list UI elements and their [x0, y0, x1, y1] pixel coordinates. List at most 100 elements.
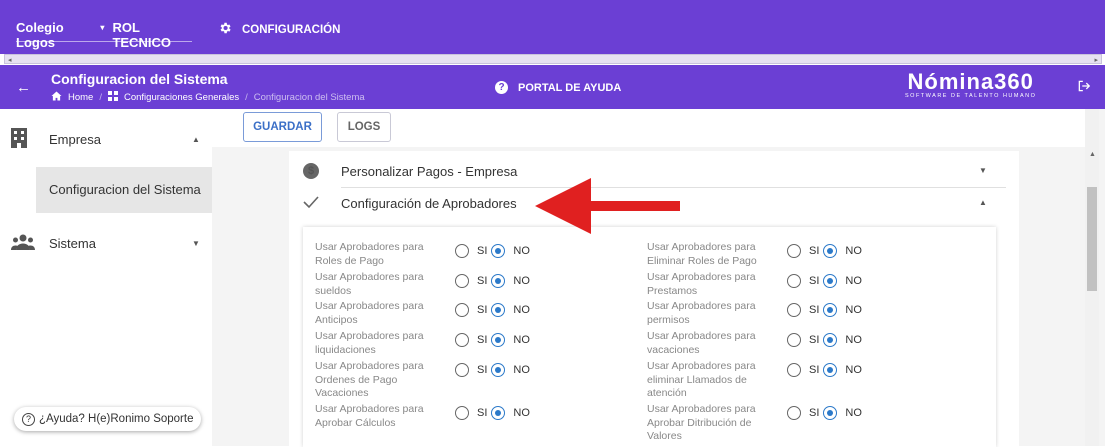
company-selector[interactable]: Colegio Logos ▾ ROL TECNICO — [16, 12, 192, 50]
option-row: Usar Aprobadores para Aprobar Ditribució… — [647, 403, 977, 443]
radio-no[interactable] — [491, 333, 506, 347]
help-portal-label: PORTAL DE AYUDA — [518, 81, 622, 94]
building-icon — [11, 127, 27, 151]
option-label: Usar Aprobadores para vacaciones — [647, 330, 756, 356]
horizontal-scrollbar[interactable]: ◂ ▸ — [4, 54, 1102, 64]
toolbar: GUARDAR LOGS — [212, 109, 1088, 147]
radio-si-label: SI — [809, 275, 820, 287]
radio-group: SI NO — [455, 406, 530, 420]
radio-si[interactable] — [455, 363, 469, 377]
help-portal-link[interactable]: ? PORTAL DE AYUDA — [495, 81, 621, 94]
option-row: Usar Aprobadores para Ordenes de Pago Va… — [315, 360, 645, 400]
sidebar: Empresa ▲ Configuracion del Sistema Sist… — [0, 109, 212, 446]
configuration-menu[interactable]: CONFIGURACIÓN — [218, 21, 340, 38]
radio-no-label: NO — [845, 304, 862, 316]
scroll-up-icon[interactable]: ▲ — [1089, 151, 1096, 158]
radio-si[interactable] — [787, 406, 801, 420]
question-icon: ? — [495, 81, 508, 94]
page-header: ← Configuracion del Sistema Home / Confi… — [0, 65, 1105, 109]
radio-si[interactable] — [455, 303, 469, 317]
radio-no-label: NO — [845, 245, 862, 257]
radio-group: SI NO — [787, 244, 862, 258]
option-label: Usar Aprobadores para Aprobar Ditribució… — [647, 403, 756, 442]
sidebar-item-empresa[interactable]: Empresa ▲ — [0, 127, 212, 151]
radio-no[interactable] — [823, 333, 838, 347]
option-label: Usar Aprobadores para Ordenes de Pago Va… — [315, 360, 424, 399]
radio-si[interactable] — [455, 406, 469, 420]
radio-si-label: SI — [809, 407, 820, 419]
radio-group: SI NO — [787, 303, 862, 317]
top-bar: Colegio Logos ▾ ROL TECNICO CONFIGURACIÓ… — [0, 0, 1105, 54]
radio-si-label: SI — [477, 407, 488, 419]
breadcrumb-home[interactable]: Home — [68, 92, 93, 103]
radio-group: SI NO — [455, 363, 530, 377]
vertical-scrollbar[interactable]: ▲ — [1085, 109, 1099, 446]
company-name: Colegio Logos — [16, 20, 64, 50]
radio-si[interactable] — [787, 303, 801, 317]
chevron-down-icon: ▾ — [100, 23, 105, 32]
radio-si-label: SI — [477, 245, 488, 257]
radio-no[interactable] — [491, 363, 506, 377]
radio-si[interactable] — [455, 333, 469, 347]
breadcrumb-configuraciones[interactable]: Configuraciones Generales — [124, 92, 239, 103]
support-help-chip[interactable]: ? ¿Ayuda? H(e)Ronimo Soporte — [14, 407, 202, 431]
back-arrow-icon[interactable]: ← — [16, 79, 31, 96]
radio-si[interactable] — [787, 363, 801, 377]
aprobadores-card: Usar Aprobadores para Roles de Pago SI NO U… — [303, 227, 996, 447]
radio-no[interactable] — [491, 274, 506, 288]
logout-icon[interactable] — [1077, 79, 1091, 96]
breadcrumb: Home / Configuraciones Generales / Confi… — [51, 91, 365, 104]
radio-si-label: SI — [809, 304, 820, 316]
chevron-up-icon: ▲ — [192, 134, 200, 144]
radio-si-label: SI — [809, 245, 820, 257]
radio-no[interactable] — [491, 406, 506, 420]
radio-si[interactable] — [787, 274, 801, 288]
option-label: Usar Aprobadores para Prestamos — [647, 271, 756, 297]
scroll-left-icon[interactable]: ◂ — [8, 56, 12, 64]
scroll-right-icon[interactable]: ▸ — [1094, 56, 1098, 64]
page-title: Configuracion del Sistema — [51, 71, 228, 87]
radio-no[interactable] — [491, 303, 506, 317]
radio-no[interactable] — [823, 406, 838, 420]
configuration-label: CONFIGURACIÓN — [242, 23, 341, 36]
save-button[interactable]: GUARDAR — [243, 112, 322, 142]
radio-no-label: NO — [513, 364, 530, 376]
radio-si-label: SI — [809, 334, 820, 346]
logs-button[interactable]: LOGS — [337, 112, 391, 142]
red-arrow-annotation — [535, 178, 680, 234]
scrollbar-thumb[interactable] — [1087, 187, 1097, 291]
radio-no[interactable] — [823, 363, 838, 377]
radio-group: SI NO — [787, 274, 862, 288]
radio-group: SI NO — [787, 363, 862, 377]
option-row: Usar Aprobadores para eliminar Llamados … — [647, 360, 977, 400]
radio-no-label: NO — [513, 275, 530, 287]
question-circle-icon: ? — [22, 412, 35, 426]
radio-group: SI NO — [455, 274, 530, 288]
radio-no-label: NO — [513, 304, 530, 316]
chevron-up-icon: ▲ — [979, 198, 987, 207]
option-label: Usar Aprobadores para sueldos — [315, 271, 424, 297]
sidebar-item-configuracion-sistema[interactable]: Configuracion del Sistema — [36, 167, 212, 213]
radio-si[interactable] — [455, 274, 469, 288]
nomina360-logo: Nómina360 SOFTWARE DE TALENTO HUMANO — [905, 69, 1037, 99]
radio-si[interactable] — [787, 244, 801, 258]
radio-si[interactable] — [455, 244, 469, 258]
radio-si[interactable] — [787, 333, 801, 347]
radio-si-label: SI — [477, 304, 488, 316]
home-icon — [51, 91, 62, 104]
radio-no-label: NO — [513, 334, 530, 346]
check-icon — [303, 195, 319, 212]
radio-group: SI NO — [455, 244, 530, 258]
gear-icon — [218, 21, 232, 38]
option-label: Usar Aprobadores para liquidaciones — [315, 330, 424, 356]
radio-si-label: SI — [477, 364, 488, 376]
sidebar-item-sistema[interactable]: Sistema ▼ — [0, 231, 212, 255]
radio-no[interactable] — [823, 274, 838, 288]
radio-no[interactable] — [491, 244, 506, 258]
grid-icon — [107, 91, 118, 104]
radio-no[interactable] — [823, 244, 838, 258]
radio-no[interactable] — [823, 303, 838, 317]
breadcrumb-current: Configuracion del Sistema — [253, 92, 365, 103]
radio-no-label: NO — [845, 334, 862, 346]
option-row: Usar Aprobadores para Aprobar Cálculos SI… — [315, 403, 645, 443]
